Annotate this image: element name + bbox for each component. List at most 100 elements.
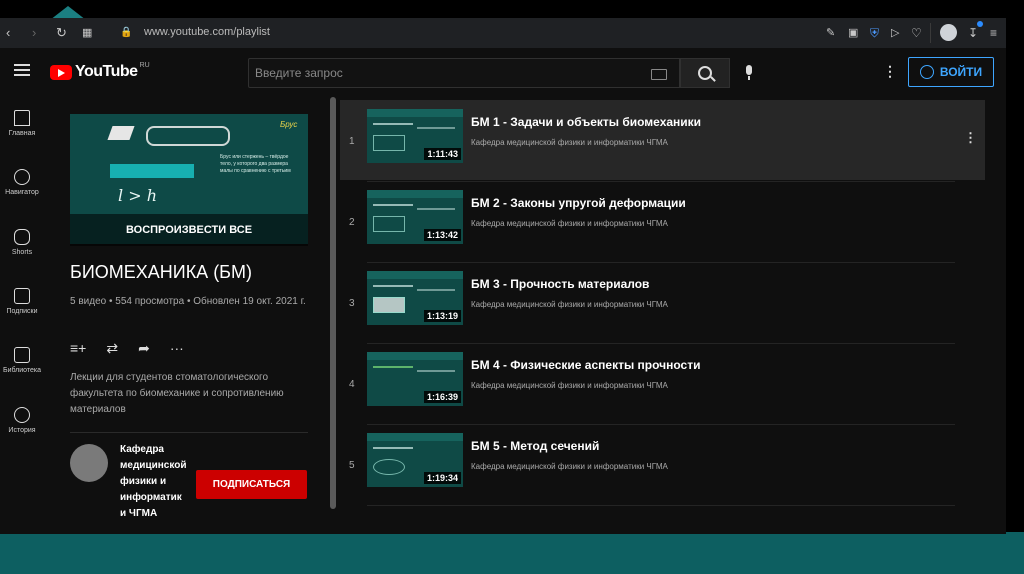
grid-icon[interactable]: ▦ <box>82 25 92 41</box>
account-icon <box>919 65 934 79</box>
video-index: 4 <box>349 379 355 390</box>
playlist-video-row[interactable]: 4 1:16:39 БМ 4 - Физические аспекты проч… <box>340 343 985 423</box>
download-icon[interactable]: ↧ <box>968 25 978 41</box>
video-duration: 1:16:39 <box>423 391 461 403</box>
back-icon[interactable]: ‹ <box>6 25 10 41</box>
share-icon[interactable]: ➦ <box>138 340 150 357</box>
search-input[interactable]: Введите запрос <box>248 58 680 88</box>
menu-icon[interactable] <box>14 64 30 77</box>
video-channel[interactable]: Кафедра медицинской физики и информатики… <box>471 462 668 471</box>
edit-icon[interactable]: ✎ <box>826 25 835 41</box>
thumb-header <box>367 109 463 117</box>
keyboard-icon[interactable] <box>651 69 667 80</box>
browser-toolbar: ‹ › ↻ ▦ 🔒 www.youtube.com/playlist ✎ ▣ ⛨… <box>0 18 1006 49</box>
subscriptions-icon <box>14 288 30 304</box>
sidebar-item-history[interactable]: История <box>0 407 44 434</box>
thumb-figure <box>373 459 405 475</box>
reload-icon[interactable]: ↻ <box>56 25 67 41</box>
history-icon <box>14 407 30 423</box>
playlist-video-row[interactable]: 3 1:13:19 БМ 3 - Прочность материалов Ка… <box>340 262 985 342</box>
profile-icon[interactable] <box>940 24 957 41</box>
video-index: 2 <box>349 217 355 228</box>
toolbar-separator <box>930 23 931 43</box>
shield-icon[interactable]: ⛨ <box>870 25 879 41</box>
video-thumbnail[interactable]: 1:19:34 <box>367 433 463 487</box>
send-icon[interactable]: ▷ <box>891 25 899 41</box>
video-channel[interactable]: Кафедра медицинской физики и информатики… <box>471 381 668 390</box>
scrollbar[interactable] <box>330 97 336 509</box>
thumb-line <box>373 123 413 125</box>
sidebar-item-label: Навигатор <box>5 189 39 196</box>
video-title[interactable]: БМ 1 - Задачи и объекты биомеханики <box>471 115 701 129</box>
sidebar-item-shorts[interactable]: Shorts <box>0 229 44 256</box>
video-thumbnail[interactable]: 1:13:19 <box>367 271 463 325</box>
sidebar-item-label: История <box>8 427 36 434</box>
add-to-queue-icon[interactable]: ≡+ <box>70 340 86 357</box>
sidebar-item-label: Библиотека <box>2 367 42 374</box>
address-bar[interactable]: www.youtube.com/playlist <box>144 26 270 38</box>
settings-icon[interactable]: ≡ <box>990 25 997 41</box>
shuffle-icon[interactable]: ⇄ <box>106 340 118 357</box>
heart-icon[interactable]: ♡ <box>911 25 922 41</box>
playlist-title: БИОМЕХАНИКА (БМ) <box>70 262 252 282</box>
logo-text: YouTube <box>75 63 138 80</box>
video-title[interactable]: БМ 5 - Метод сечений <box>471 439 599 453</box>
video-title[interactable]: БМ 3 - Прочность материалов <box>471 277 649 291</box>
forward-icon[interactable]: › <box>32 25 36 41</box>
more-icon[interactable]: ··· <box>170 340 184 357</box>
video-index: 3 <box>349 298 355 309</box>
playlist-video-row[interactable]: 5 1:19:34 БМ 5 - Метод сечений Кафедра м… <box>340 424 985 504</box>
playlist-actions: ≡+ ⇄ ➦ ··· <box>70 340 184 357</box>
video-thumbnail[interactable]: 1:13:42 <box>367 190 463 244</box>
playlist-video-row[interactable]: 2 1:13:42 БМ 2 - Законы упругой деформац… <box>340 181 985 261</box>
play-all-button[interactable]: ВОСПРОИЗВЕСТИ ВСЕ <box>70 214 308 246</box>
playlist-description: Лекции для студентов стоматологического … <box>70 372 284 415</box>
video-channel[interactable]: Кафедра медицинской физики и информатики… <box>471 219 668 228</box>
thumb-header <box>367 352 463 360</box>
beam-illustration <box>107 126 135 140</box>
playlist-meta: 5 видео • 554 просмотра • Обновлен 19 ок… <box>70 296 306 307</box>
sidebar-item-label: Подписки <box>6 308 38 315</box>
sidebar-item-library[interactable]: Библиотека <box>0 347 44 374</box>
video-title[interactable]: БМ 2 - Законы упругой деформации <box>471 196 686 210</box>
video-duration: 1:11:43 <box>424 148 461 160</box>
sidebar-item-home[interactable]: Главная <box>0 110 44 137</box>
playlist-video-row[interactable]: 1 1:11:43 БМ 1 - Задачи и объекты биомех… <box>340 100 985 180</box>
site-header: YouTube RU Введите запрос ⋮ ВОЙТИ <box>0 48 1006 96</box>
beam-bar <box>110 164 194 178</box>
signin-button[interactable]: ВОЙТИ <box>908 57 994 87</box>
subscribe-button[interactable]: ПОДПИСАТЬСЯ <box>196 470 307 499</box>
video-channel[interactable]: Кафедра медицинской физики и информатики… <box>471 300 668 309</box>
camera-icon[interactable]: ▣ <box>848 25 858 41</box>
video-channel[interactable]: Кафедра медицинской физики и информатики… <box>471 138 668 147</box>
thumbnail-text: Брус или стержень – твёрдое тело, у кото… <box>220 154 291 174</box>
search-icon <box>698 66 712 80</box>
microphone-icon[interactable] <box>746 65 752 80</box>
rod-illustration <box>146 126 230 146</box>
more-options-icon[interactable]: ⋮ <box>883 64 897 78</box>
sidebar-item-explore[interactable]: Навигатор <box>0 169 44 196</box>
thumb-line <box>373 366 413 368</box>
signin-label: ВОЙТИ <box>939 65 983 79</box>
thumb-line <box>417 370 455 372</box>
search-button[interactable] <box>680 58 730 88</box>
play-logo-icon <box>50 64 72 80</box>
channel-avatar[interactable] <box>70 444 108 482</box>
thumb-line <box>373 285 413 287</box>
video-title[interactable]: БМ 4 - Физические аспекты прочности <box>471 358 700 372</box>
shorts-icon <box>14 229 30 245</box>
home-icon <box>14 110 30 126</box>
video-thumbnail[interactable]: 1:11:43 <box>367 109 463 163</box>
channel-name[interactable]: Кафедра медицинской физики и информатик … <box>120 442 190 522</box>
video-menu-icon[interactable]: ⋮ <box>964 131 977 144</box>
video-duration: 1:13:19 <box>423 310 461 322</box>
video-thumbnail[interactable]: 1:16:39 <box>367 352 463 406</box>
sidebar-item-subscriptions[interactable]: Подписки <box>0 288 44 315</box>
thumbnail-caption: Брус <box>280 120 298 129</box>
thumbnail-formula: l > h <box>118 186 157 205</box>
compass-icon <box>14 169 30 185</box>
youtube-logo[interactable]: YouTube RU <box>50 62 150 82</box>
library-icon <box>14 347 30 363</box>
video-duration: 1:19:34 <box>423 472 461 484</box>
divider <box>70 432 308 433</box>
